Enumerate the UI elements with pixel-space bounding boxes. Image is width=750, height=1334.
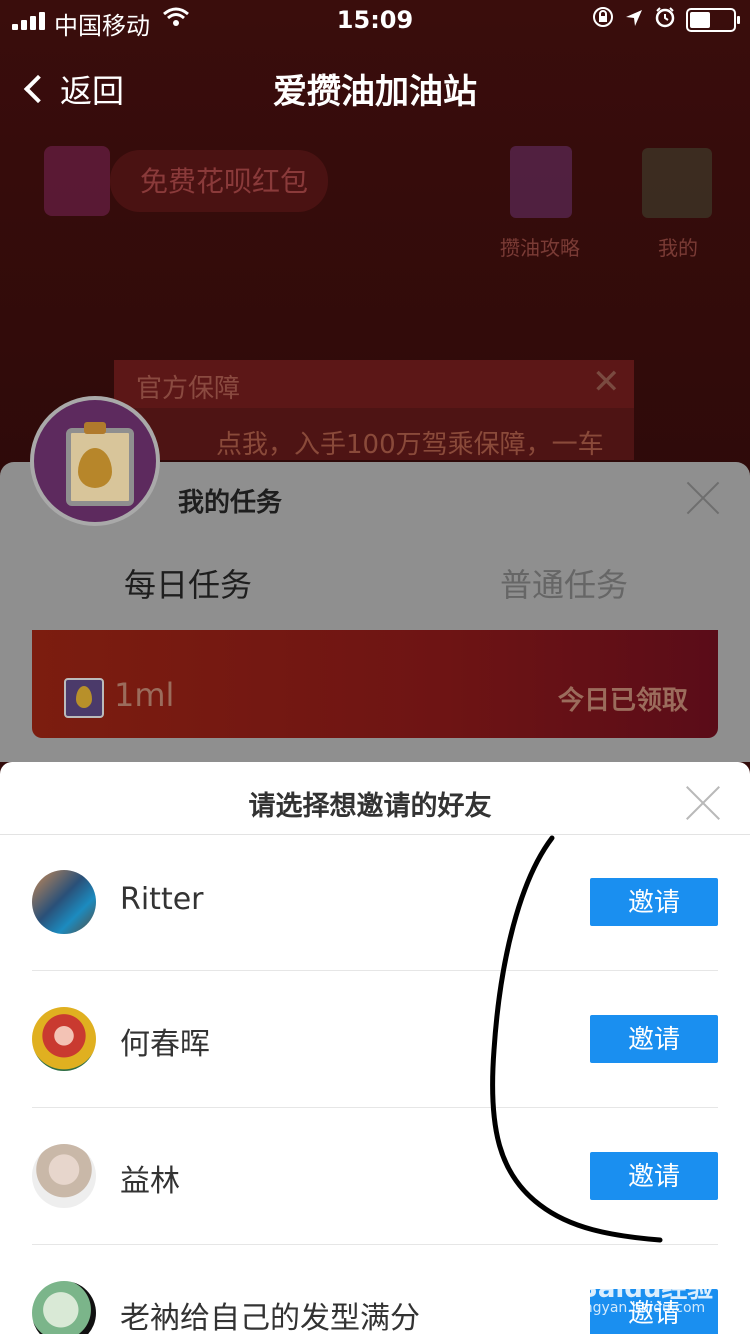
location-icon xyxy=(624,6,644,34)
close-icon[interactable] xyxy=(686,786,720,820)
task-panel-title: 我的任务 xyxy=(178,488,283,518)
orientation-lock-icon xyxy=(592,6,614,34)
status-icons xyxy=(592,6,740,34)
invite-button[interactable]: 邀请 xyxy=(590,878,718,926)
avatar xyxy=(32,870,96,934)
avatar xyxy=(32,1281,96,1334)
book-icon xyxy=(510,146,572,218)
avatar xyxy=(642,148,712,218)
promo-label: 免费花呗红包 xyxy=(140,165,309,198)
friend-name: 益林 xyxy=(120,1164,180,1199)
invite-button[interactable]: 邀请 xyxy=(590,1152,718,1200)
task-close-icon[interactable] xyxy=(686,480,720,514)
reward-status: 今日已领取 xyxy=(558,686,689,716)
alarm-icon xyxy=(654,6,676,34)
nav-bar: 返回 爱攒油加油站 xyxy=(0,50,750,120)
banner-text: 点我，入手100万驾乘保障，一车 xyxy=(216,430,604,460)
friend-name: Ritter xyxy=(120,882,204,917)
tab-normal-tasks[interactable]: 普通任务 xyxy=(500,560,628,606)
friend-row: Ritter 邀请 xyxy=(32,834,718,971)
tab-daily-tasks[interactable]: 每日任务 xyxy=(124,560,252,606)
friend-row: 何春晖 邀请 xyxy=(32,971,718,1108)
status-bar: 中国移动 15:09 xyxy=(0,0,750,40)
invite-friend-sheet: 请选择想邀请的好友 Ritter 邀请 何春晖 邀请 益林 邀请 老衲给自己的发… xyxy=(0,762,750,1334)
battery-icon xyxy=(686,8,740,32)
gift-icon xyxy=(44,146,110,216)
friend-name: 何春晖 xyxy=(120,1027,210,1062)
invite-button[interactable]: 邀请 xyxy=(590,1015,718,1063)
friend-name: 老衲给自己的发型满分 xyxy=(120,1301,420,1334)
watermark-url: jingyan.baidu.com xyxy=(576,1300,706,1316)
mine-label: 我的 xyxy=(658,236,698,260)
banner-title: 官方保障 xyxy=(136,374,241,404)
clipboard-icon xyxy=(30,396,160,526)
avatar xyxy=(32,1144,96,1208)
page-title: 爱攒油加油站 xyxy=(273,72,477,112)
oil-drop-icon xyxy=(64,678,104,718)
avatar xyxy=(32,1007,96,1071)
sheet-title: 请选择想邀请的好友 xyxy=(248,791,492,822)
close-icon: ✕ xyxy=(592,362,621,402)
reward-value: 1ml xyxy=(114,676,175,714)
friend-row: 益林 邀请 xyxy=(32,1108,718,1245)
guide-label: 攒油攻略 xyxy=(500,236,580,260)
